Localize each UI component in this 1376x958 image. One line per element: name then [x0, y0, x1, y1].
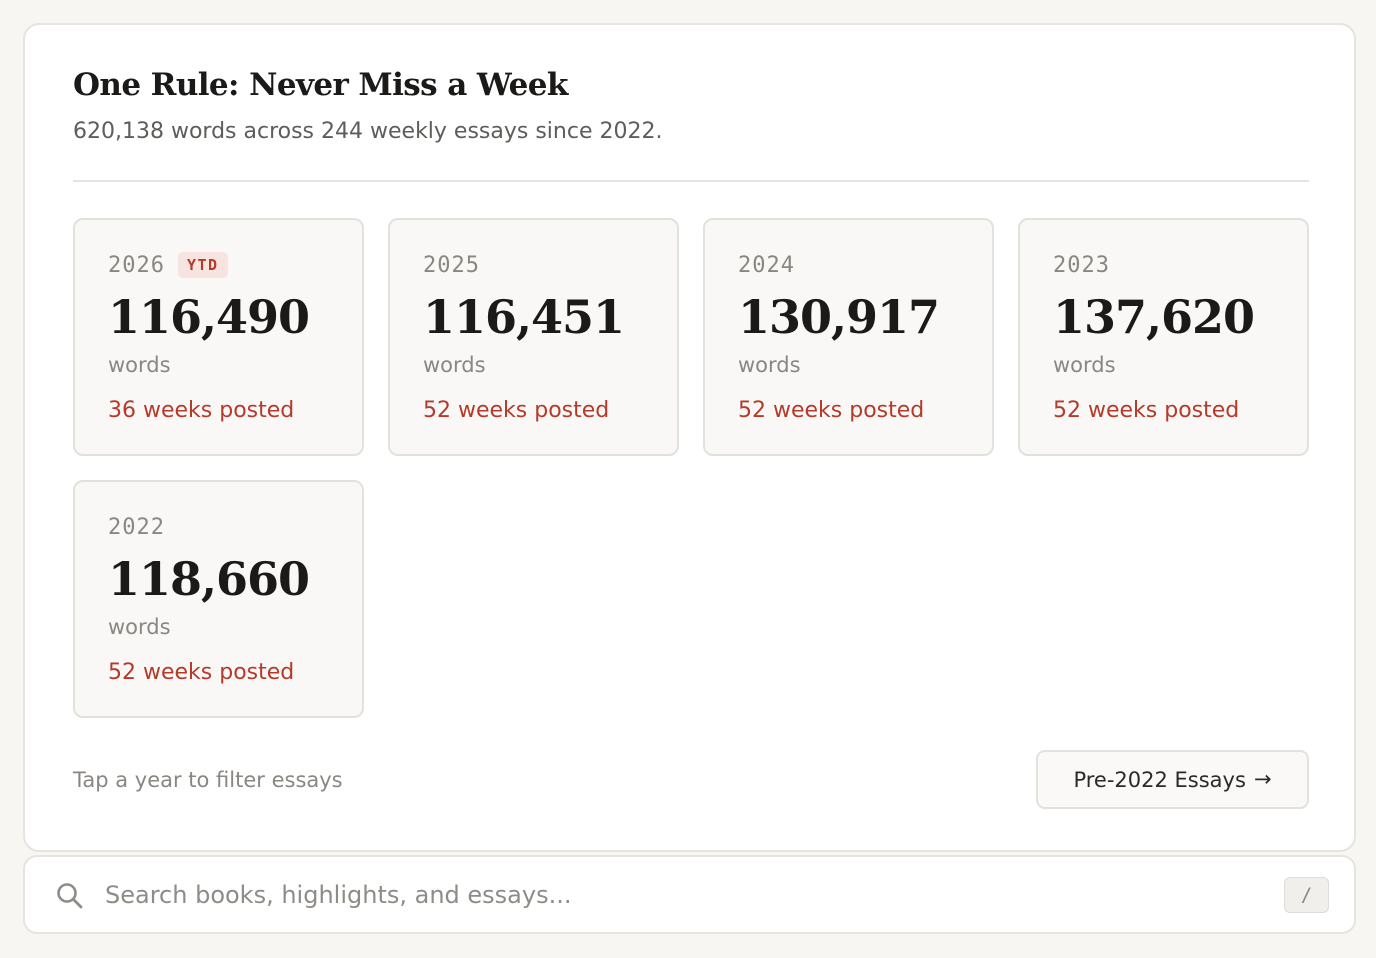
weeks-posted: 52 weeks posted: [1053, 398, 1240, 423]
year-row: 2024: [738, 250, 795, 280]
weeks-posted: 36 weeks posted: [108, 398, 295, 423]
year-row: 2025: [423, 250, 480, 280]
year-label: 2025: [423, 252, 480, 278]
word-count: 137,620: [1053, 290, 1255, 344]
year-card-2023[interactable]: 2023 137,620 words 52 weeks posted: [1018, 218, 1309, 456]
word-count: 116,490: [108, 290, 310, 344]
divider: [73, 180, 1309, 182]
pre-2022-essays-label: Pre-2022 Essays: [1073, 767, 1246, 792]
weeks-posted: 52 weeks posted: [108, 660, 295, 685]
words-unit-label: words: [738, 353, 801, 377]
filter-hint: Tap a year to filter essays: [73, 768, 343, 792]
year-label: 2023: [1053, 252, 1110, 278]
keyboard-shortcut-hint: /: [1284, 877, 1329, 913]
essays-panel: One Rule: Never Miss a Week 620,138 word…: [23, 23, 1356, 852]
weeks-posted: 52 weeks posted: [423, 398, 610, 423]
year-row: 2026 YTD: [108, 250, 228, 280]
words-unit-label: words: [1053, 353, 1116, 377]
year-card-2026[interactable]: 2026 YTD 116,490 words 36 weeks posted: [73, 218, 364, 456]
year-row: 2023: [1053, 250, 1110, 280]
year-card-2025[interactable]: 2025 116,451 words 52 weeks posted: [388, 218, 679, 456]
word-count: 118,660: [108, 552, 310, 606]
pre-2022-essays-button[interactable]: Pre-2022 Essays →: [1036, 750, 1309, 809]
year-label: 2026: [108, 252, 165, 278]
word-count: 116,451: [423, 290, 625, 344]
arrow-right-icon: →: [1253, 767, 1272, 791]
year-card-2024[interactable]: 2024 130,917 words 52 weeks posted: [703, 218, 994, 456]
year-card-2022[interactable]: 2022 118,660 words 52 weeks posted: [73, 480, 364, 718]
search-icon: [55, 881, 85, 911]
year-label: 2022: [108, 514, 165, 540]
year-row: 2022: [108, 512, 165, 542]
search-bar[interactable]: /: [23, 855, 1356, 934]
ytd-badge: YTD: [177, 252, 228, 278]
word-count: 130,917: [738, 290, 940, 344]
words-unit-label: words: [108, 615, 171, 639]
panel-subtitle: 620,138 words across 244 weekly essays s…: [73, 119, 663, 144]
search-input[interactable]: [105, 873, 1255, 917]
words-unit-label: words: [423, 353, 486, 377]
weeks-posted: 52 weeks posted: [738, 398, 925, 423]
year-label: 2024: [738, 252, 795, 278]
panel-title: One Rule: Never Miss a Week: [73, 67, 568, 103]
words-unit-label: words: [108, 353, 171, 377]
